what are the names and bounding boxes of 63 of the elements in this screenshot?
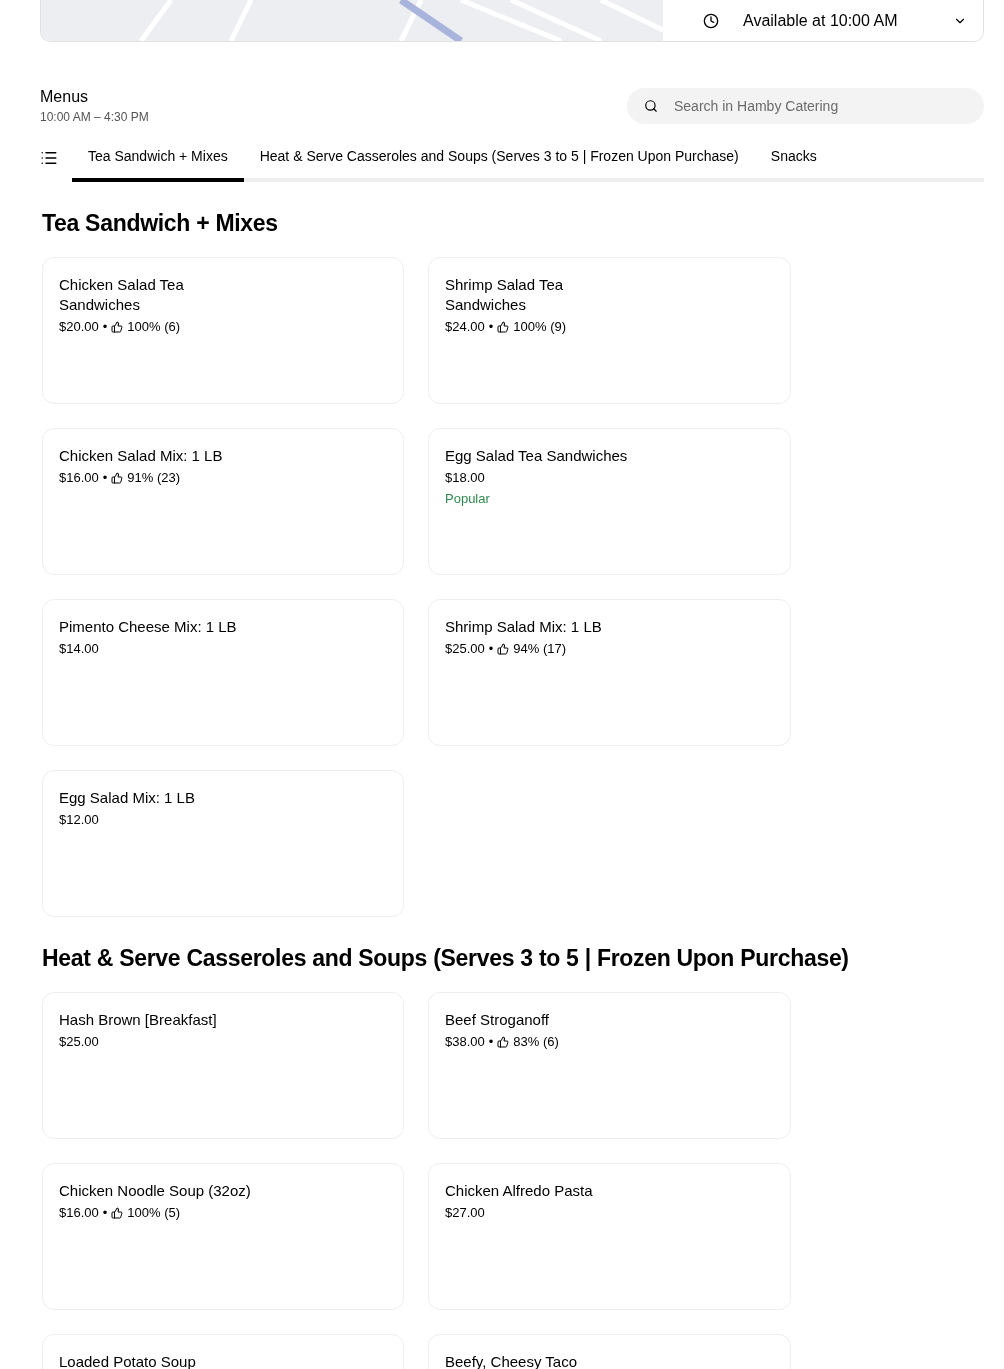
item-name: Egg Salad Tea Sandwiches [445, 446, 629, 466]
item-name: Chicken Salad Tea Sandwiches [59, 275, 185, 315]
section-title: Tea Sandwich + Mixes [42, 210, 279, 237]
menu-title: Menus [40, 88, 90, 106]
item-price: $20.00 [59, 319, 99, 334]
item-price: $25.00 [445, 641, 485, 656]
menu-item-card[interactable]: Chicken Salad Mix: 1 LB $16.00 • 91% (23) [42, 428, 404, 575]
menu-hours: 10:00 AM – 4:30 PM [40, 110, 149, 124]
separator-dot: • [102, 1205, 108, 1220]
separator-dot: • [488, 319, 494, 334]
menu-item-card[interactable]: Hash Brown [Breakfast] $25.00 [42, 992, 404, 1139]
menu-item-card[interactable]: Shrimp Salad Tea Sandwiches $24.00 • 100% (9) [428, 257, 791, 404]
item-price: $24.00 [445, 319, 485, 334]
separator-dot: • [488, 1034, 494, 1049]
item-name: Chicken Salad Mix: 1 LB [59, 446, 224, 466]
thumbs-up-icon [111, 320, 124, 333]
item-price: $18.00 [445, 470, 485, 485]
item-name: Beef Stroganoff [445, 1010, 550, 1030]
menu-list-icon[interactable] [40, 149, 58, 167]
popular-label: Popular [445, 491, 490, 506]
item-rating: 100% (6) [127, 319, 181, 334]
item-rating: 94% (17) [513, 641, 567, 656]
menu-item-card[interactable]: Chicken Alfredo Pasta $27.00 [428, 1163, 791, 1310]
item-rating: 91% (23) [127, 470, 181, 485]
menu-item-card[interactable]: Pimento Cheese Mix: 1 LB $14.00 [42, 599, 404, 746]
search-icon [644, 99, 658, 113]
item-name: Shrimp Salad Tea Sandwiches [445, 275, 565, 315]
item-price: $16.00 [59, 1205, 99, 1220]
item-rating: 83% (6) [513, 1034, 559, 1049]
menu-item-card[interactable]: Chicken Salad Tea Sandwiches $20.00 • 100% (6) [42, 257, 404, 404]
separator-dot: • [102, 470, 108, 485]
thumbs-up-icon [111, 471, 124, 484]
item-rating: 100% (5) [127, 1205, 181, 1220]
item-name: Hash Brown [Breakfast] [59, 1010, 218, 1030]
search-field[interactable]: Search in Hamby Catering [627, 88, 984, 124]
item-price: $38.00 [445, 1034, 485, 1049]
item-rating: 100% (9) [513, 319, 567, 334]
item-name: Shrimp Salad Mix: 1 LB [445, 617, 603, 637]
item-name: Chicken Noodle Soup (32oz) [59, 1181, 252, 1201]
menu-item-card[interactable]: Shrimp Salad Mix: 1 LB $25.00 • 94% (17) [428, 599, 791, 746]
category-tab[interactable]: Heat & Serve Casseroles and Soups (Serves 3 to 5 | Frozen Upon Purchase) [243, 138, 755, 182]
item-price: $12.00 [59, 812, 99, 827]
item-price: $16.00 [59, 470, 99, 485]
item-price: $14.00 [59, 641, 99, 656]
separator-dot: • [488, 641, 494, 656]
thumbs-up-icon [497, 1035, 510, 1048]
item-name: Chicken Alfredo Pasta [445, 1181, 594, 1201]
thumbs-up-icon [497, 642, 510, 655]
item-name: Egg Salad Mix: 1 LB [59, 788, 196, 808]
item-price: $27.00 [445, 1205, 485, 1220]
section-title: Heat & Serve Casseroles and Soups (Serves 3 to 5 | Frozen Upon Purchase) [42, 945, 850, 972]
clock-icon [703, 12, 719, 29]
menu-item-card[interactable]: Chicken Noodle Soup (32oz) $16.00 • 100% (5) [42, 1163, 404, 1310]
item-price: $25.00 [59, 1034, 99, 1049]
menu-item-card[interactable]: Egg Salad Mix: 1 LB $12.00 [42, 770, 404, 917]
menu-item-card[interactable]: Egg Salad Tea Sandwiches $18.00 Popular [428, 428, 791, 575]
thumbs-up-icon [497, 320, 510, 333]
thumbs-up-icon [111, 1206, 124, 1219]
menu-item-card[interactable]: Beef Stroganoff $38.00 • 83% (6) [428, 992, 791, 1139]
category-tab[interactable]: Tea Sandwich + Mixes [72, 138, 244, 182]
item-name: Pimento Cheese Mix: 1 LB [59, 617, 238, 637]
category-tab[interactable]: Snacks [754, 138, 833, 182]
separator-dot: • [102, 319, 108, 334]
